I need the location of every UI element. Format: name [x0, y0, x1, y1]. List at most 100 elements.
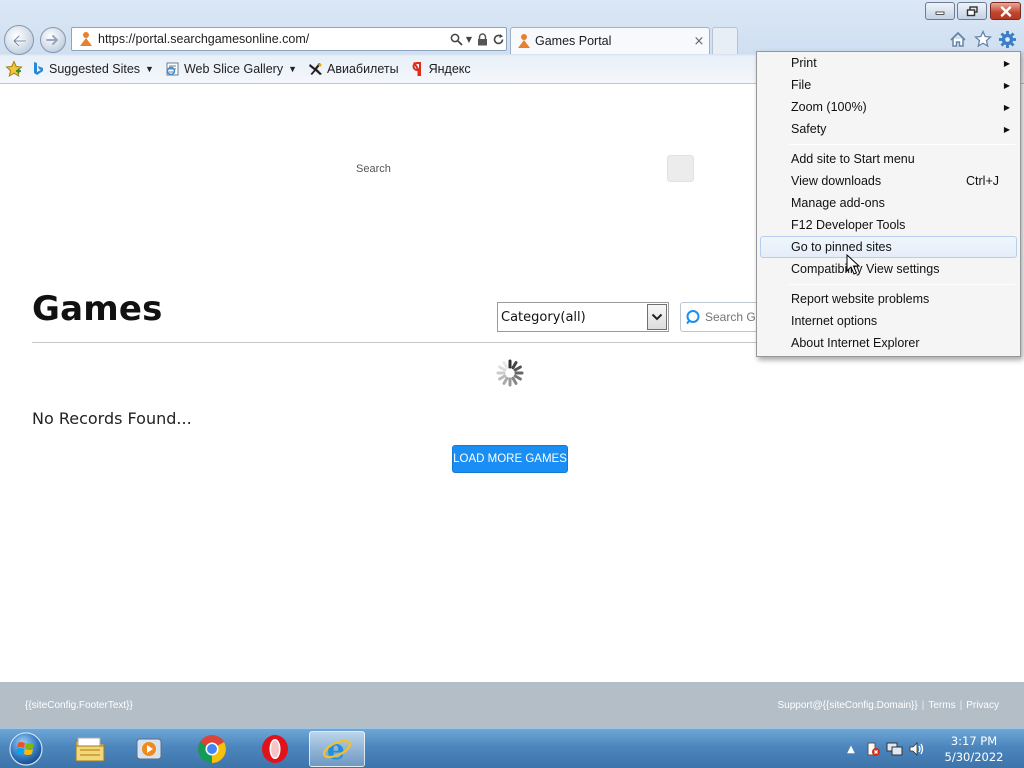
- tools-menu: Print ▶ File ▶ Zoom (100%) ▶ Safety ▶ Ad…: [756, 51, 1021, 357]
- search-icon[interactable]: [448, 29, 464, 49]
- support-link[interactable]: Support@{{siteConfig.Domain}}: [778, 700, 918, 711]
- windows-logo-icon: [9, 732, 43, 766]
- action-center-icon[interactable]: [862, 729, 884, 768]
- address-bar[interactable]: https://portal.searchgamesonline.com/ ▼: [71, 27, 507, 51]
- taskbar-file-explorer[interactable]: [62, 731, 118, 767]
- network-icon[interactable]: [884, 729, 906, 768]
- search-dropdown-icon[interactable]: ▼: [464, 29, 474, 49]
- fav-yandex[interactable]: Яндекс: [409, 60, 471, 78]
- minimize-icon: [935, 11, 945, 15]
- new-tab-button[interactable]: [712, 27, 738, 54]
- volume-icon[interactable]: [906, 729, 928, 768]
- site-footer: {{siteConfig.FooterText}} Support@{{site…: [0, 682, 1024, 728]
- no-records-message: No Records Found...: [32, 409, 192, 428]
- fav-suggested-sites[interactable]: Suggested Sites ▼: [29, 60, 154, 78]
- submenu-arrow-icon: ▶: [1003, 80, 1010, 90]
- menu-separator: [789, 144, 1015, 145]
- forward-button[interactable]: [40, 27, 66, 53]
- close-icon: [1000, 5, 1011, 17]
- opera-icon: [262, 735, 288, 763]
- svg-text:e: e: [327, 734, 345, 764]
- back-button[interactable]: [4, 25, 34, 55]
- taskbar-media-player[interactable]: [122, 731, 178, 767]
- taskbar: e ▲ 3:17 PM 5/30/2022: [0, 728, 1024, 768]
- bing-icon: [29, 60, 47, 78]
- web-slice-icon: [164, 60, 182, 78]
- shortcut-text: Ctrl+J: [966, 174, 999, 188]
- terms-link[interactable]: Terms: [928, 700, 955, 711]
- close-window-button[interactable]: [990, 2, 1021, 20]
- fav-label: Яндекс: [428, 62, 471, 76]
- submenu-arrow-icon: ▶: [1003, 124, 1010, 134]
- dropdown-caret-icon[interactable]: ▼: [288, 64, 297, 74]
- clock-time: 3:17 PM: [950, 734, 998, 748]
- menu-item-safety[interactable]: Safety ▶: [760, 118, 1017, 140]
- refresh-icon[interactable]: [490, 29, 506, 49]
- favorites-star-add-icon[interactable]: [5, 60, 23, 78]
- menu-item-zoom[interactable]: Zoom (100%) ▶: [760, 96, 1017, 118]
- search-box-placeholder[interactable]: [667, 155, 694, 182]
- load-more-button[interactable]: LOAD MORE GAMES: [452, 445, 568, 473]
- forward-arrow-icon: [46, 35, 58, 45]
- submenu-arrow-icon: ▶: [1003, 102, 1010, 112]
- title-divider: [32, 342, 772, 343]
- fav-label: Web Slice Gallery: [183, 62, 284, 76]
- menu-item-print[interactable]: Print ▶: [760, 52, 1017, 74]
- home-icon[interactable]: [948, 29, 968, 49]
- search-label: Search: [356, 163, 391, 175]
- favorites-star-icon[interactable]: [973, 29, 993, 49]
- menu-item-view-downloads[interactable]: View downloads Ctrl+J: [760, 170, 1017, 192]
- menu-item-file[interactable]: File ▶: [760, 74, 1017, 96]
- fav-label: Авиабилеты: [327, 62, 399, 76]
- restore-button[interactable]: [957, 2, 987, 20]
- url-text[interactable]: https://portal.searchgamesonline.com/: [98, 32, 448, 46]
- taskbar-chrome[interactable]: [184, 731, 240, 767]
- page-title: Games: [32, 289, 163, 329]
- menu-item-compat-view[interactable]: Compatibility View settings: [760, 258, 1017, 280]
- taskbar-internet-explorer[interactable]: e: [309, 731, 365, 767]
- fav-label: Suggested Sites: [49, 62, 141, 76]
- system-clock[interactable]: 3:17 PM 5/30/2022: [934, 733, 1014, 765]
- submenu-arrow-icon: ▶: [1003, 58, 1010, 68]
- yandex-icon: [409, 60, 427, 78]
- menu-item-manage-addons[interactable]: Manage add-ons: [760, 192, 1017, 214]
- menu-item-internet-options[interactable]: Internet options: [760, 310, 1017, 332]
- menu-item-add-to-start[interactable]: Add site to Start menu: [760, 148, 1017, 170]
- chevron-down-icon[interactable]: [647, 304, 667, 330]
- taskbar-opera[interactable]: [247, 731, 303, 767]
- category-select[interactable]: Category(all): [497, 302, 669, 332]
- menu-item-report-problems[interactable]: Report website problems: [760, 288, 1017, 310]
- menu-item-about-ie[interactable]: About Internet Explorer: [760, 332, 1017, 354]
- footer-text: {{siteConfig.FooterText}}: [25, 699, 133, 711]
- clock-date: 5/30/2022: [944, 750, 1004, 764]
- minimize-button[interactable]: [925, 2, 955, 20]
- media-player-icon: [136, 738, 162, 760]
- menu-item-f12-devtools[interactable]: F12 Developer Tools: [760, 214, 1017, 236]
- fav-web-slice-gallery[interactable]: Web Slice Gallery ▼: [164, 60, 297, 78]
- lock-icon[interactable]: [474, 29, 490, 49]
- menu-item-pinned-sites[interactable]: Go to pinned sites: [760, 236, 1017, 258]
- search-icon: [681, 309, 705, 325]
- mouse-cursor-icon: [846, 254, 860, 275]
- chrome-icon: [198, 735, 226, 763]
- back-arrow-icon: [12, 34, 28, 48]
- internet-explorer-icon: e: [322, 734, 352, 764]
- fav-aviabilety[interactable]: Авиабилеты: [307, 60, 399, 78]
- tab-games-portal[interactable]: Games Portal ×: [510, 27, 710, 54]
- tab-close-icon[interactable]: ×: [689, 34, 709, 49]
- footer-separator: |: [921, 699, 925, 711]
- tools-gear-icon[interactable]: [997, 29, 1017, 49]
- file-explorer-icon: [75, 737, 105, 762]
- tab-label: Games Portal: [535, 34, 612, 48]
- tab-favicon-icon: [513, 33, 535, 49]
- show-hidden-icons-icon[interactable]: ▲: [840, 729, 862, 768]
- loading-spinner-icon: [496, 359, 524, 387]
- footer-links: Support@{{siteConfig.Domain}} | Terms | …: [778, 700, 1000, 711]
- menu-separator: [789, 284, 1015, 285]
- footer-separator: |: [959, 699, 963, 711]
- restore-icon: [966, 5, 978, 16]
- category-selected-value: Category(all): [501, 309, 586, 325]
- dropdown-caret-icon[interactable]: ▼: [145, 64, 154, 74]
- start-button[interactable]: [6, 730, 46, 768]
- privacy-link[interactable]: Privacy: [966, 700, 999, 711]
